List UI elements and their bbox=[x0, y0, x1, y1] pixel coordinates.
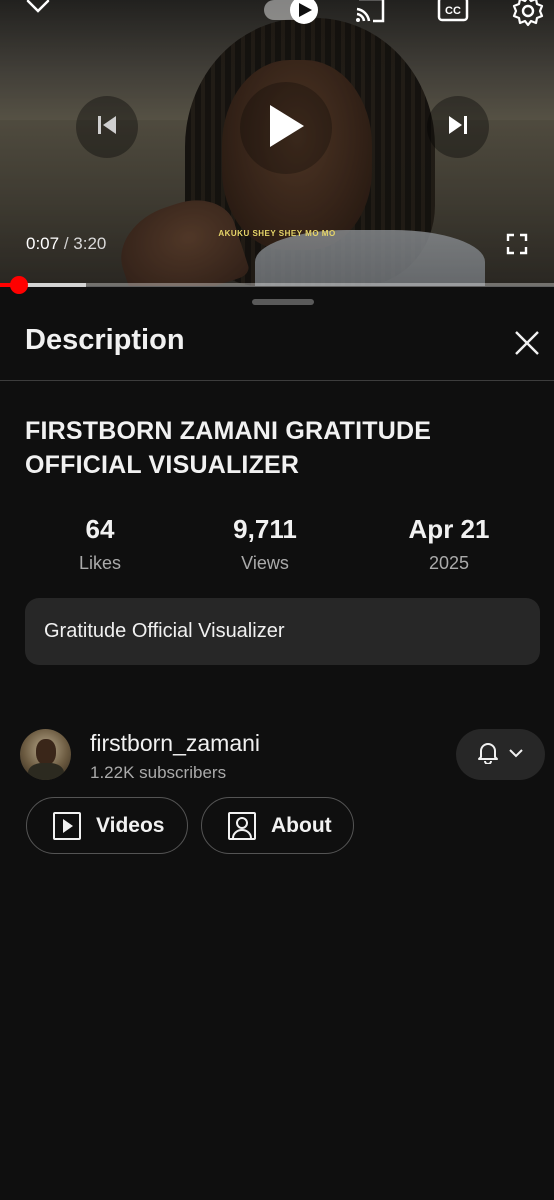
previous-icon bbox=[95, 114, 119, 141]
closed-captions-icon[interactable]: CC bbox=[434, 0, 472, 26]
progress-scrubber[interactable] bbox=[10, 276, 29, 294]
panel-drag-handle[interactable] bbox=[252, 299, 314, 305]
avatar-face bbox=[36, 739, 56, 765]
upload-date: Apr 21 bbox=[408, 514, 490, 544]
next-button[interactable] bbox=[427, 96, 489, 158]
likes-count: 64 bbox=[85, 514, 115, 544]
avatar-body bbox=[28, 763, 64, 780]
bell-icon bbox=[477, 740, 499, 769]
stat-views: 9,711 Views bbox=[185, 514, 345, 574]
svg-text:CC: CC bbox=[445, 5, 461, 17]
stat-likes: 64 Likes bbox=[20, 514, 180, 574]
upload-year: 2025 bbox=[428, 553, 470, 573]
subscriber-count: 1.22K subscribers bbox=[90, 763, 227, 782]
videos-button[interactable]: Videos bbox=[26, 797, 188, 854]
views-count: 9,711 bbox=[233, 514, 297, 544]
close-icon[interactable] bbox=[512, 328, 542, 358]
chevron-down-icon[interactable] bbox=[20, 0, 56, 20]
channel-name[interactable]: firstborn_zamani bbox=[90, 730, 260, 757]
current-time: 0:07 bbox=[26, 234, 60, 253]
about-label: About bbox=[271, 813, 332, 837]
video-title: FIRSTBORN ZAMANI GRATITUDE OFFICIAL VISU… bbox=[25, 417, 432, 479]
stat-date: Apr 21 2025 bbox=[369, 514, 529, 574]
panel-title: Description bbox=[25, 324, 185, 356]
settings-icon[interactable] bbox=[508, 0, 548, 28]
views-label: Views bbox=[241, 553, 289, 573]
time-display: 0:07 / 3:20 bbox=[26, 234, 106, 254]
chevron-down-icon bbox=[507, 746, 525, 764]
likes-label: Likes bbox=[78, 553, 122, 573]
videos-label: Videos bbox=[96, 813, 165, 837]
time-separator: / bbox=[63, 234, 69, 253]
play-icon bbox=[266, 103, 306, 154]
notification-bell-button[interactable] bbox=[456, 729, 545, 780]
next-icon bbox=[446, 114, 470, 141]
avatar[interactable] bbox=[20, 729, 71, 780]
video-play-icon bbox=[52, 811, 82, 841]
autoplay-toggle[interactable] bbox=[262, 0, 324, 24]
fullscreen-icon[interactable] bbox=[505, 232, 529, 256]
panel-divider bbox=[0, 380, 554, 381]
duration: 3:20 bbox=[73, 234, 107, 253]
cast-icon[interactable] bbox=[350, 0, 390, 26]
video-player[interactable]: AKUKU SHEY SHEY MO MO CC 0:07 / 3:20 bbox=[0, 0, 554, 286]
description-text[interactable]: Gratitude Official Visualizer bbox=[25, 598, 540, 665]
person-icon bbox=[227, 811, 257, 841]
previous-button[interactable] bbox=[76, 96, 138, 158]
about-button[interactable]: About bbox=[201, 797, 354, 854]
play-button[interactable] bbox=[240, 82, 332, 174]
